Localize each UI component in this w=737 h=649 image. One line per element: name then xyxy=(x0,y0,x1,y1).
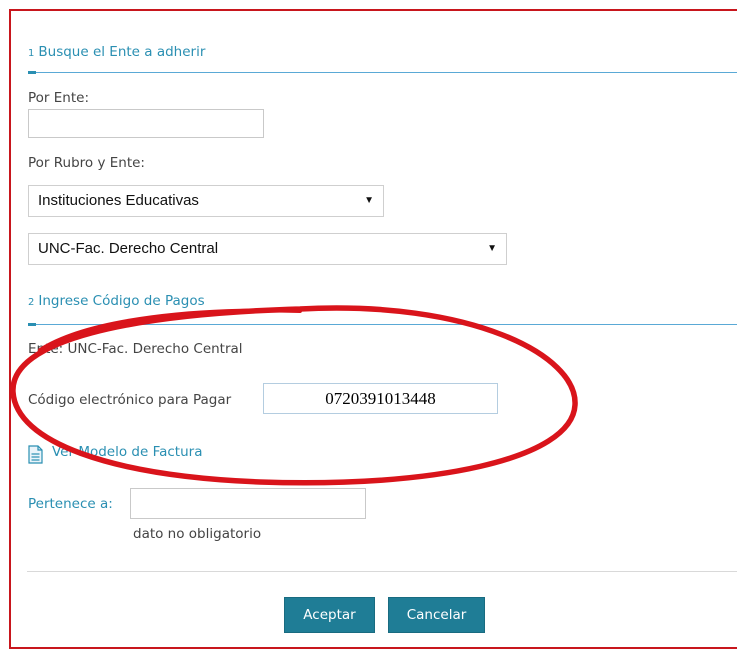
section-1-title: Busque el Ente a adherir xyxy=(38,44,206,60)
ver-modelo-factura-link[interactable]: Ver Modelo de Factura xyxy=(52,444,202,460)
section-2-heading: 2 Ingrese Código de Pagos xyxy=(28,293,205,309)
document-icon xyxy=(28,445,43,464)
chevron-down-icon: ▼ xyxy=(487,243,497,254)
codigo-input[interactable]: 0720391013448 xyxy=(263,383,498,414)
codigo-label: Código electrónico para Pagar xyxy=(28,392,232,408)
ente-select-value: UNC-Fac. Derecho Central xyxy=(38,240,219,257)
por-ente-label: Por Ente: xyxy=(28,90,89,106)
section-2-divider-mark xyxy=(28,323,36,326)
cancelar-button[interactable]: Cancelar xyxy=(388,597,485,633)
section-1-number: 1 xyxy=(28,48,35,59)
aceptar-button[interactable]: Aceptar xyxy=(284,597,375,633)
pertenece-label: Pertenece a: xyxy=(28,496,113,512)
section-2-divider xyxy=(28,324,737,325)
chevron-down-icon: ▼ xyxy=(364,195,374,206)
ente-select[interactable]: UNC-Fac. Derecho Central ▼ xyxy=(28,233,507,265)
section-1-divider xyxy=(28,72,737,73)
section-1-divider-mark xyxy=(28,71,36,74)
ente-info-text: Ente: UNC-Fac. Derecho Central xyxy=(28,341,243,357)
rubro-select-value: Instituciones Educativas xyxy=(38,192,199,209)
por-ente-input[interactable] xyxy=(28,109,264,138)
section-2-number: 2 xyxy=(28,297,35,308)
pertenece-hint: dato no obligatorio xyxy=(133,526,262,542)
rubro-select[interactable]: Instituciones Educativas ▼ xyxy=(28,185,384,217)
section-1-heading: 1 Busque el Ente a adherir xyxy=(28,44,205,60)
por-rubro-label: Por Rubro y Ente: xyxy=(28,155,145,171)
section-2-title: Ingrese Código de Pagos xyxy=(38,293,205,309)
footer-divider xyxy=(27,571,737,572)
pertenece-input[interactable] xyxy=(130,488,366,519)
screenshot-frame xyxy=(9,9,737,649)
